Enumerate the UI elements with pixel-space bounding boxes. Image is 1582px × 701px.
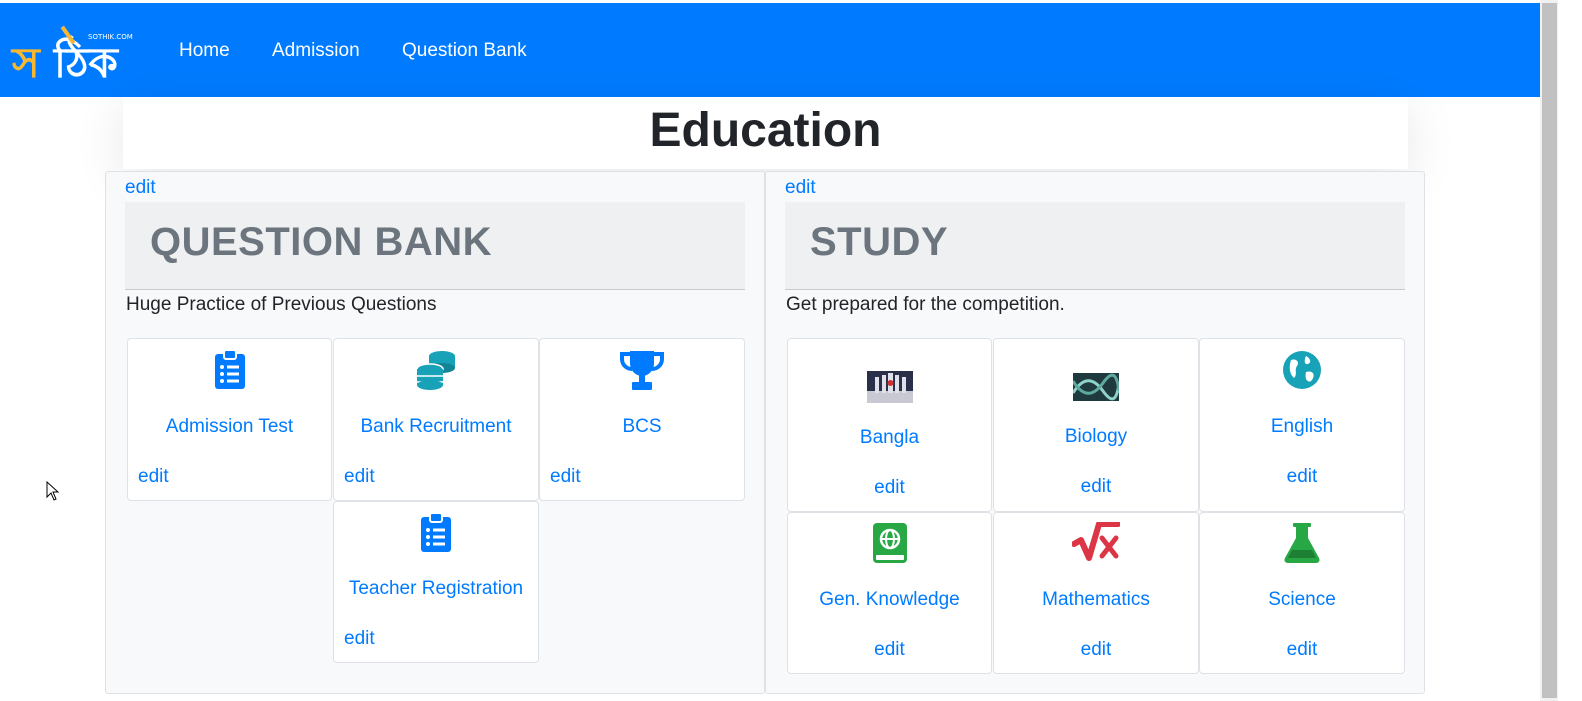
card-title-bangla[interactable]: Bangla <box>788 427 991 449</box>
question-bank-section: edit QUESTION BANK Huge Practice of Prev… <box>105 171 765 694</box>
card-admission-test[interactable]: Admission Test edit <box>127 338 332 501</box>
card-edit-bcs[interactable]: edit <box>550 466 581 488</box>
navbar: স ঠিক SOTHIK.COM Home Admission Question… <box>0 3 1540 97</box>
card-edit-bank-recruitment[interactable]: edit <box>344 466 375 488</box>
question-bank-edit-link[interactable]: edit <box>125 177 156 199</box>
dna-thumbnail <box>1071 373 1121 406</box>
card-title-gen-knowledge[interactable]: Gen. Knowledge <box>788 589 991 611</box>
card-mathematics[interactable]: Mathematics edit <box>993 512 1199 674</box>
study-jumbotron: STUDY <box>785 202 1405 290</box>
page-title: Education <box>649 104 882 157</box>
atlas-book-icon <box>872 522 908 569</box>
coins-icon <box>415 349 457 396</box>
shaheed-minar-thumbnail <box>866 371 913 408</box>
card-english[interactable]: English edit <box>1199 338 1405 512</box>
study-lead: Get prepared for the competition. <box>786 294 1065 315</box>
page-title-box: Education <box>123 97 1408 169</box>
site-logo[interactable]: স ঠিক SOTHIK.COM <box>10 21 140 87</box>
card-biology[interactable]: Biology edit <box>993 338 1199 512</box>
card-teacher-registration[interactable]: Teacher Registration edit <box>333 501 539 663</box>
card-gen-knowledge[interactable]: Gen. Knowledge edit <box>787 512 992 674</box>
card-edit-teacher-registration[interactable]: edit <box>344 628 375 650</box>
question-bank-title: QUESTION BANK <box>150 220 493 264</box>
window-edge <box>1558 0 1582 701</box>
question-bank-jumbotron: QUESTION BANK <box>125 202 745 290</box>
nav-home[interactable]: Home <box>179 40 230 62</box>
card-title-science[interactable]: Science <box>1200 589 1404 611</box>
svg-text:ঠিক: ঠিক <box>52 35 119 81</box>
flask-icon <box>1283 522 1321 569</box>
scrollbar-thumb[interactable] <box>1542 3 1557 698</box>
card-edit-gen-knowledge[interactable]: edit <box>788 639 991 661</box>
card-title-teacher-registration[interactable]: Teacher Registration <box>334 578 538 600</box>
clipboard-list-icon <box>214 349 246 394</box>
card-edit-admission-test[interactable]: edit <box>138 466 169 488</box>
card-bangla[interactable]: Bangla edit <box>787 338 992 512</box>
svg-text:স: স <box>10 38 41 81</box>
card-science[interactable]: Science edit <box>1199 512 1405 674</box>
card-title-mathematics[interactable]: Mathematics <box>994 589 1198 611</box>
mouse-cursor-icon <box>46 480 60 506</box>
globe-icon <box>1282 350 1322 395</box>
card-title-biology[interactable]: Biology <box>994 426 1198 448</box>
card-bcs[interactable]: BCS edit <box>539 338 745 501</box>
card-edit-bangla[interactable]: edit <box>788 477 991 499</box>
study-title: STUDY <box>810 220 949 264</box>
card-bank-recruitment[interactable]: Bank Recruitment edit <box>333 338 539 501</box>
nav-question-bank[interactable]: Question Bank <box>402 40 527 62</box>
card-title-admission-test[interactable]: Admission Test <box>128 416 331 438</box>
study-edit-link[interactable]: edit <box>785 177 816 199</box>
card-edit-mathematics[interactable]: edit <box>994 639 1198 661</box>
card-title-bcs[interactable]: BCS <box>540 416 744 438</box>
card-title-english[interactable]: English <box>1200 416 1404 438</box>
card-edit-english[interactable]: edit <box>1200 466 1404 488</box>
nav-admission[interactable]: Admission <box>272 40 360 62</box>
study-section: edit STUDY Get prepared for the competit… <box>765 171 1425 694</box>
card-title-bank-recruitment[interactable]: Bank Recruitment <box>334 416 538 438</box>
square-root-icon <box>1071 521 1121 569</box>
trophy-icon <box>619 349 665 396</box>
card-edit-biology[interactable]: edit <box>994 476 1198 498</box>
question-bank-lead: Huge Practice of Previous Questions <box>126 294 437 315</box>
card-edit-science[interactable]: edit <box>1200 639 1404 661</box>
svg-text:SOTHIK.COM: SOTHIK.COM <box>88 33 133 41</box>
clipboard-list-icon <box>420 512 452 557</box>
